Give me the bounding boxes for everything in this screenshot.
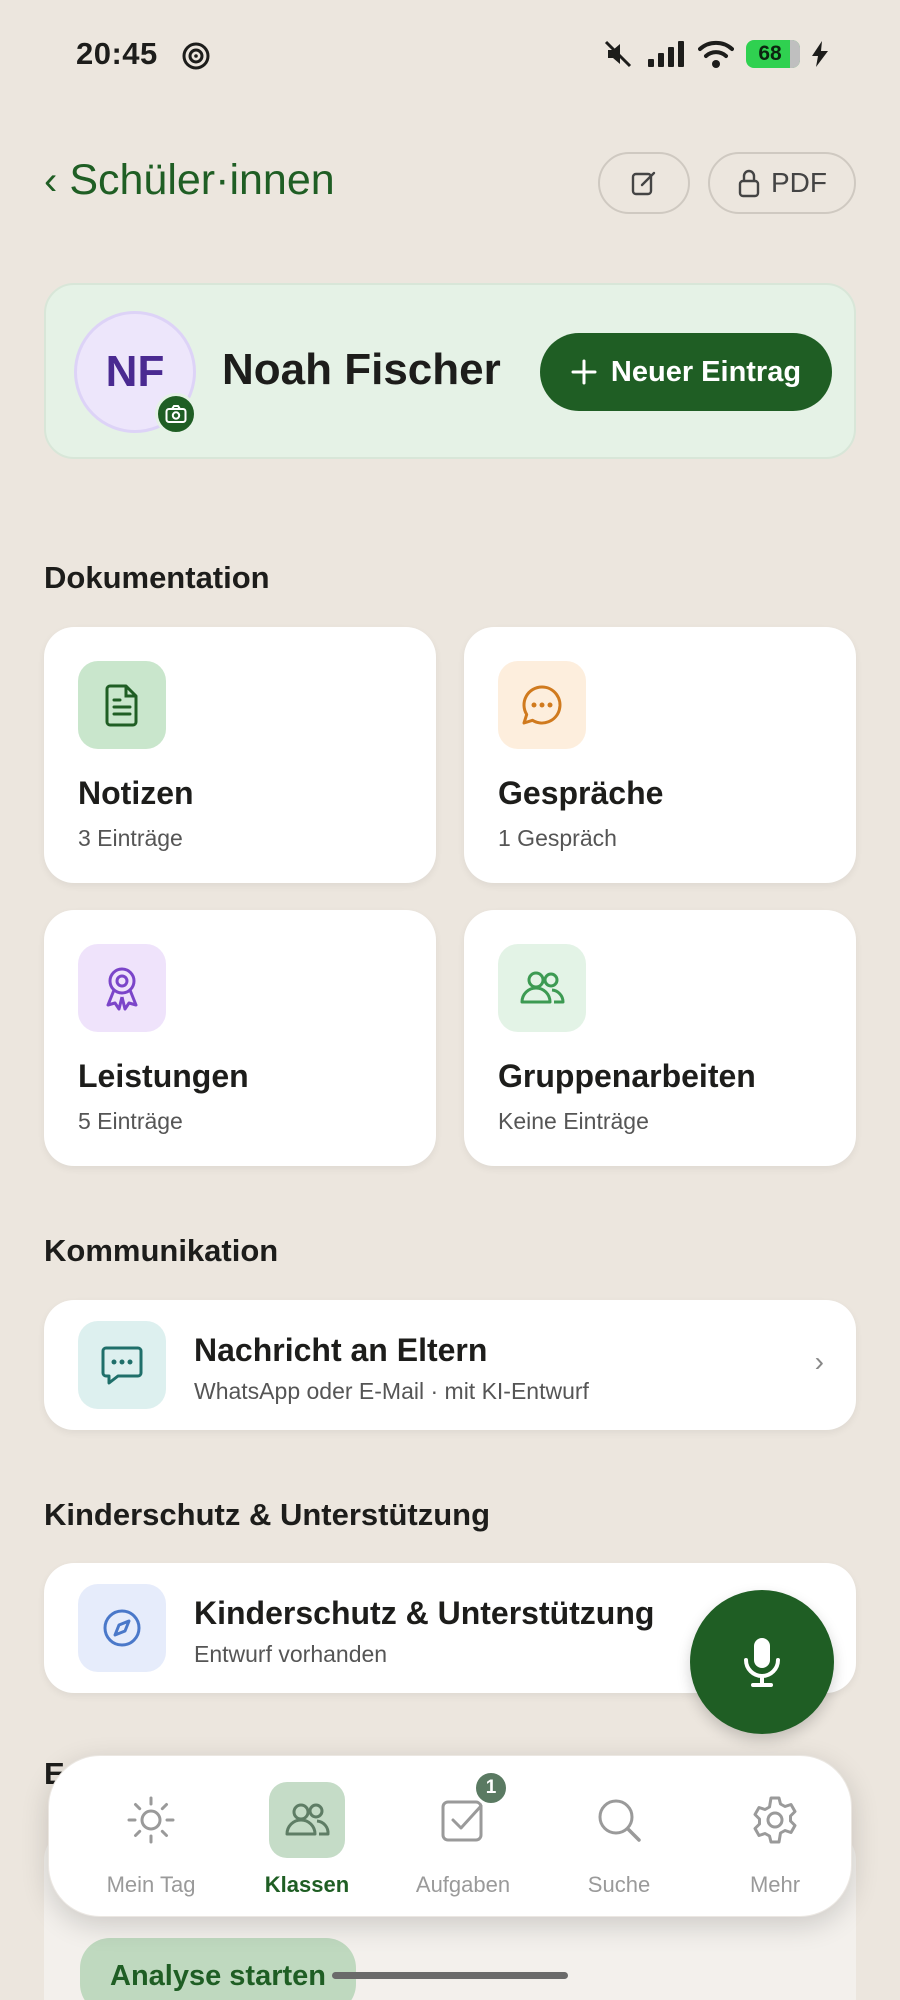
- student-profile-card: NF Noah Fischer Neuer Eintrag: [44, 283, 856, 459]
- gear-icon: [737, 1782, 813, 1858]
- pdf-export-button[interactable]: PDF: [708, 152, 856, 214]
- start-analysis-button[interactable]: Analyse starten: [80, 1938, 356, 2000]
- task-check-icon: 1: [425, 1770, 509, 1858]
- compass-icon: [78, 1584, 166, 1672]
- wifi-icon: [698, 40, 734, 68]
- tab-tasks[interactable]: 1 Aufgaben: [385, 1756, 541, 1918]
- tile-title: Gespräche: [498, 775, 664, 811]
- people-icon: [269, 1782, 345, 1858]
- pdf-label: PDF: [771, 167, 827, 198]
- status-icons: 68: [602, 38, 828, 70]
- tile-subtitle: 3 Einträge: [78, 825, 183, 851]
- back-label: Schüler·innen: [69, 156, 335, 204]
- search-icon: [581, 1782, 657, 1858]
- signal-icon: [648, 41, 684, 67]
- home-indicator[interactable]: [332, 1972, 568, 1979]
- tile-subtitle: Keine Einträge: [498, 1108, 649, 1134]
- card-subtitle: WhatsApp oder E-Mail · mit KI-Entwurf: [194, 1378, 589, 1404]
- tab-classes[interactable]: Klassen: [229, 1756, 385, 1918]
- tile-performance[interactable]: Leistungen 5 Einträge: [44, 910, 436, 1166]
- mute-icon: [604, 40, 632, 68]
- status-bar: 20:45 68: [0, 0, 900, 110]
- edit-icon: [631, 171, 656, 196]
- battery-indicator: 68: [746, 40, 800, 68]
- plus-icon: [571, 359, 597, 385]
- tile-subtitle: 1 Gespräch: [498, 825, 617, 851]
- parent-message-card[interactable]: Nachricht an Eltern WhatsApp oder E-Mail…: [44, 1300, 856, 1430]
- edit-button[interactable]: [598, 152, 690, 214]
- card-subtitle: Entwurf vorhanden: [194, 1641, 388, 1667]
- document-icon: [78, 661, 166, 749]
- back-link[interactable]: ‹ Schüler·innen: [44, 156, 335, 205]
- tab-label: Suche: [587, 1872, 651, 1897]
- tile-group-work[interactable]: Gruppenarbeiten Keine Einträge: [464, 910, 856, 1166]
- tab-search[interactable]: Suche: [541, 1756, 697, 1918]
- tab-label: Klassen: [264, 1872, 350, 1897]
- camera-icon[interactable]: [155, 393, 197, 435]
- section-title-child-protection: Kinderschutz & Unterstützung: [44, 1497, 491, 1532]
- card-title: Nachricht an Eltern: [194, 1332, 488, 1368]
- new-entry-label: Neuer Eintrag: [610, 355, 802, 388]
- chevron-right-icon: ›: [814, 1346, 824, 1377]
- voice-input-button[interactable]: [690, 1590, 834, 1734]
- tab-label: Mehr: [749, 1872, 801, 1897]
- task-count-badge: 1: [473, 1770, 509, 1806]
- group-icon: [498, 944, 586, 1032]
- award-icon: [78, 944, 166, 1032]
- new-entry-button[interactable]: Neuer Eintrag: [540, 333, 832, 411]
- microphone-icon: [744, 1638, 780, 1687]
- tile-subtitle: 5 Einträge: [78, 1108, 183, 1134]
- sun-icon: [113, 1782, 189, 1858]
- chat-bubble-icon: [498, 661, 586, 749]
- swirl-notification-icon: [182, 42, 210, 70]
- student-name: Noah Fischer: [222, 345, 501, 394]
- tab-more[interactable]: Mehr: [697, 1756, 853, 1918]
- tile-title: Leistungen: [78, 1058, 249, 1094]
- charging-bolt-icon: [812, 41, 828, 67]
- tile-conversations[interactable]: Gespräche 1 Gespräch: [464, 627, 856, 883]
- section-title-documentation: Dokumentation: [44, 560, 270, 595]
- tile-title: Gruppenarbeiten: [498, 1058, 756, 1094]
- tile-title: Notizen: [78, 775, 194, 811]
- tile-notes[interactable]: Notizen 3 Einträge: [44, 627, 436, 883]
- tab-label: Mein Tag: [106, 1872, 196, 1897]
- chevron-left-icon: ‹: [44, 158, 58, 203]
- status-time: 20:45: [76, 36, 158, 71]
- page-header: ‹ Schüler·innen PDF: [44, 148, 856, 218]
- message-icon: [78, 1321, 166, 1409]
- tab-my-day[interactable]: Mein Tag: [73, 1756, 229, 1918]
- section-title-communication: Kommunikation: [44, 1233, 279, 1268]
- card-title: Kinderschutz & Unterstützung: [194, 1595, 655, 1631]
- bottom-tab-bar: Mein Tag Klassen 1 Aufgaben Suche Mehr: [48, 1755, 852, 1917]
- tab-label: Aufgaben: [415, 1872, 511, 1897]
- lock-icon: [738, 169, 760, 198]
